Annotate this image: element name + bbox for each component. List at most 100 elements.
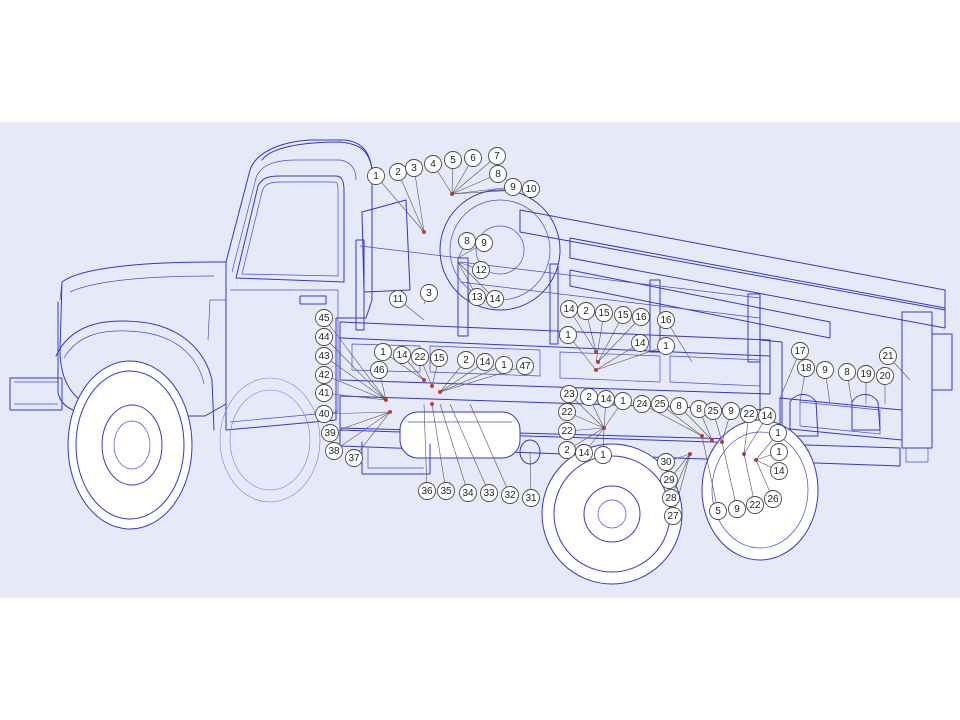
callout-number: 8: [495, 169, 501, 180]
callout-number: 8: [676, 401, 682, 412]
part-callout: 16: [657, 311, 675, 329]
callout-number: 10: [525, 184, 537, 195]
part-callout: 39: [321, 424, 339, 442]
part-callout: 1: [367, 167, 385, 185]
part-callout: 25: [704, 402, 722, 420]
callout-number: 1: [663, 341, 669, 352]
part-callout: 22: [411, 348, 429, 366]
part-callout: 1: [770, 443, 788, 461]
callout-number: 22: [561, 426, 573, 437]
callout-number: 3: [411, 163, 417, 174]
part-callout: 1: [495, 356, 513, 374]
callout-number: 43: [318, 351, 330, 362]
part-callout: 24: [633, 395, 651, 413]
part-callout: 1: [559, 326, 577, 344]
part-callout: 16: [632, 308, 650, 326]
part-callout: 22: [746, 496, 764, 514]
callout-number: 9: [734, 504, 740, 515]
callout-number: 23: [563, 389, 575, 400]
callout-number: 1: [776, 447, 782, 458]
callout-number: 40: [318, 409, 330, 420]
part-callout: 10: [522, 180, 540, 198]
callout-number: 14: [773, 466, 785, 477]
part-callout: 14: [486, 290, 504, 308]
part-callout: 1: [594, 446, 612, 464]
callout-number: 39: [324, 428, 336, 439]
callout-number: 2: [463, 355, 469, 366]
callout-number: 9: [510, 182, 516, 193]
callout-number: 14: [578, 448, 590, 459]
part-callout: 14: [770, 462, 788, 480]
callout-number: 22: [749, 500, 761, 511]
part-callout: 32: [501, 486, 519, 504]
callout-number: 7: [494, 151, 500, 162]
callout-number: 9: [481, 238, 487, 249]
part-callout: 14: [631, 334, 649, 352]
part-callout: 14: [476, 353, 494, 371]
part-callout: 2: [457, 351, 475, 369]
part-callout: 11: [389, 290, 407, 308]
part-callout: 14: [758, 407, 776, 425]
part-callout: 5: [709, 502, 727, 520]
part-callout: 8: [838, 363, 856, 381]
callout-number: 1: [373, 171, 379, 182]
part-callout: 14: [597, 390, 615, 408]
callout-number: 14: [489, 294, 501, 305]
callout-number: 37: [348, 453, 360, 464]
callout-number: 5: [450, 155, 456, 166]
callout-number: 29: [663, 475, 675, 486]
part-callout: 40: [315, 405, 333, 423]
part-callout: 22: [558, 403, 576, 421]
callout-number: 2: [395, 167, 401, 178]
leader-line: [439, 364, 505, 393]
part-callout: 33: [480, 484, 498, 502]
callout-number: 14: [396, 350, 408, 361]
part-callout: 29: [660, 471, 678, 489]
part-callout: 1: [614, 392, 632, 410]
callout-number: 27: [667, 511, 679, 522]
callout-number: 1: [565, 330, 571, 341]
callout-number: 46: [373, 365, 385, 376]
part-callout: 35: [437, 482, 455, 500]
callout-number: 1: [501, 360, 507, 371]
part-callout: 3: [420, 284, 438, 302]
part-callout: 27: [664, 507, 682, 525]
callout-number: 12: [475, 265, 487, 276]
callout-number: 14: [563, 304, 575, 315]
callout-number: 8: [696, 404, 702, 415]
part-callout: 14: [575, 444, 593, 462]
part-callout: 23: [560, 385, 578, 403]
callout-number: 24: [636, 399, 648, 410]
part-callout: 8: [670, 397, 688, 415]
part-callout: 1: [657, 337, 675, 355]
part-callout: 2: [389, 163, 407, 181]
part-callout: 8: [458, 232, 476, 250]
part-callout: 8: [489, 165, 507, 183]
part-callout: 13: [468, 288, 486, 306]
callout-number: 8: [844, 367, 850, 378]
callout-number: 28: [665, 493, 677, 504]
callout-number: 2: [564, 445, 570, 456]
part-callout: 46: [370, 361, 388, 379]
callout-number: 9: [822, 365, 828, 376]
part-callout: 38: [325, 442, 343, 460]
callout-number: 13: [471, 292, 483, 303]
callout-number: 20: [879, 371, 891, 382]
part-callout: 2: [577, 302, 595, 320]
callout-number: 1: [775, 428, 781, 439]
part-callout: 14: [560, 300, 578, 318]
part-callout: 30: [657, 453, 675, 471]
callout-number: 2: [586, 392, 592, 403]
part-callout: 2: [558, 441, 576, 459]
part-callout: 47: [516, 357, 534, 375]
callout-number: 2: [583, 306, 589, 317]
callout-number: 26: [767, 494, 779, 505]
part-callout: 45: [315, 309, 333, 327]
callout-number: 18: [800, 363, 812, 374]
callout-number: 9: [728, 406, 734, 417]
part-callout: 7: [488, 147, 506, 165]
part-callout: 1: [374, 343, 392, 361]
callout-number: 14: [634, 338, 646, 349]
callout-number: 4: [430, 159, 436, 170]
callout-number: 15: [617, 310, 629, 321]
